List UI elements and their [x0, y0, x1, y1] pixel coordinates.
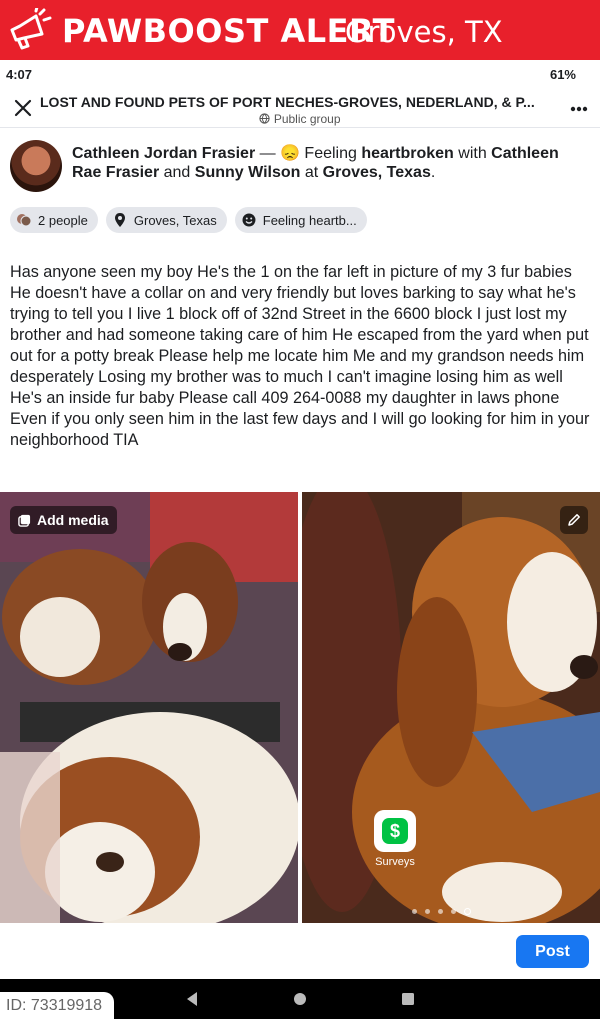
- page-dot: [438, 909, 443, 914]
- alert-id: ID: 73319918: [0, 992, 114, 1019]
- photo-basset-bandana-image: [302, 492, 600, 923]
- page-dot: [425, 909, 430, 914]
- group-title[interactable]: LOST AND FOUND PETS OF PORT NECHES-GROVE…: [40, 94, 552, 110]
- surveys-label: Surveys: [375, 856, 415, 868]
- post-button[interactable]: Post: [516, 935, 589, 968]
- smiley-icon: [242, 213, 256, 227]
- add-media-button[interactable]: Add media: [10, 506, 117, 534]
- feeling-emoji-icon: 😞: [280, 145, 300, 162]
- group-privacy-label: Public group: [273, 112, 341, 126]
- more-icon[interactable]: [570, 96, 588, 117]
- feeling-text: heartbroken: [361, 145, 454, 162]
- add-media-icon: [18, 514, 31, 527]
- megaphone-icon: [10, 8, 52, 50]
- tagged-user-2[interactable]: Sunny Wilson: [195, 164, 301, 181]
- photo-grid: Add media $ Surveys: [0, 492, 600, 923]
- photo-basset-bandana[interactable]: $ Surveys: [302, 492, 600, 923]
- page-dot: [451, 909, 456, 914]
- chip-feeling[interactable]: Feeling heartb...: [234, 207, 367, 233]
- surveys-app-shortcut[interactable]: $ Surveys: [372, 810, 418, 868]
- author-name[interactable]: Cathleen Jordan Frasier: [72, 145, 255, 162]
- pawboost-banner: PAWBOOST ALERT Groves, TX: [0, 0, 600, 60]
- surveys-app-icon: $: [374, 810, 416, 852]
- group-privacy: Public group: [0, 112, 600, 126]
- photo-three-dogs-image: [0, 492, 298, 923]
- recents-icon[interactable]: [399, 990, 417, 1008]
- post-chips: 2 people Groves, Texas Feeling heartb...: [10, 207, 367, 233]
- globe-icon: [259, 113, 271, 124]
- page-dot-active: [464, 908, 471, 915]
- chip-location[interactable]: Groves, Texas: [105, 207, 227, 233]
- page-dot: [412, 909, 417, 914]
- status-bar: 4:07 61%: [0, 60, 600, 86]
- avatar[interactable]: [10, 140, 62, 192]
- post-author-line: Cathleen Jordan Frasier — 😞 Feeling hear…: [72, 145, 559, 181]
- people-icon: [17, 214, 32, 227]
- home-icon[interactable]: [291, 990, 309, 1008]
- back-icon[interactable]: [183, 990, 201, 1008]
- location-pin-icon: [114, 213, 125, 227]
- photo-page-indicator: [412, 908, 471, 915]
- group-header: LOST AND FOUND PETS OF PORT NECHES-GROVE…: [0, 86, 600, 128]
- status-battery: 61%: [549, 67, 576, 82]
- photo-three-dogs[interactable]: Add media: [0, 492, 298, 923]
- chip-people[interactable]: 2 people: [10, 207, 98, 233]
- pencil-icon[interactable]: [560, 506, 588, 534]
- status-time: 4:07: [6, 67, 33, 82]
- post-location[interactable]: Groves, Texas: [323, 164, 431, 181]
- post-body-text[interactable]: Has anyone seen my boy He's the 1 on the…: [10, 262, 590, 451]
- banner-city: Groves, TX: [345, 15, 503, 49]
